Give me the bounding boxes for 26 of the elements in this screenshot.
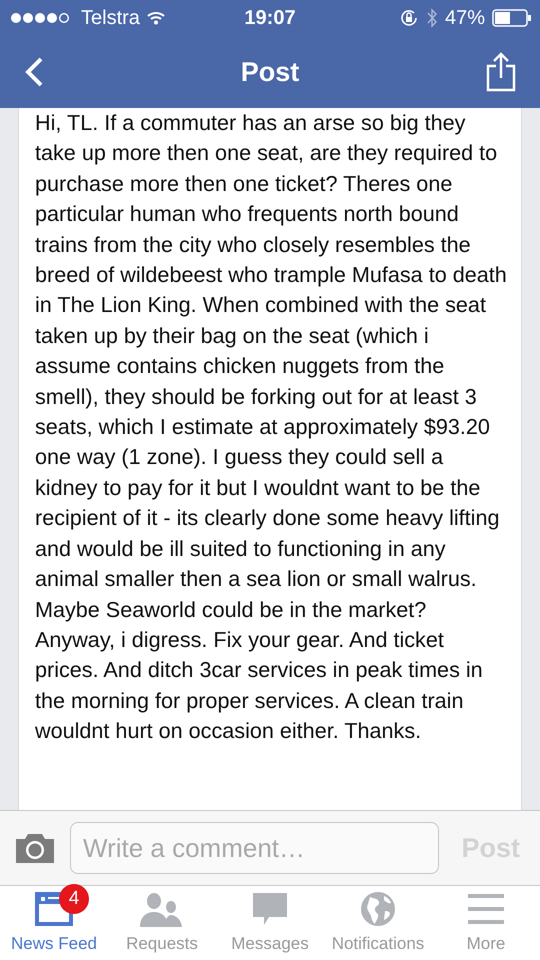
menu-icon: [468, 894, 504, 924]
post-text: Hi, TL. If a commuter has an arse so big they take up more then one seat, are they required to purchase more then one ticket? Theres one particular human who frequents north bound trains from the city who closely resembles the breed of wildebeest who trample Mufasa to death in The Lion King. When combined with the seat taken up by their bag on the seat (which i assume contains chicken nuggets from the smell), they should be forking out for at least 3 seats, which I estimate at approximately $93.20 one way (1 zone). I guess they could sell a kidney to pay for it but I wouldnt want to be the recipient of it - its clearly done some heavy lifting and would be ill suited to functioning in any animal smaller then a sea lion or small walrus. Maybe Seaworld could be in the market? Anyway, i digress. Fix your gear. And ticket prices. And ditch 3car services in peak times in the morning for proper services. A clean train wouldnt hurt on occasion either. Thanks.: [35, 109, 507, 746]
tab-bar-item[interactable]: Notifications: [324, 886, 432, 960]
share-icon: [486, 52, 516, 92]
tab-bar-item[interactable]: 4 News Feed: [0, 886, 108, 960]
back-icon: [24, 56, 44, 88]
carrier-name: Telstra: [81, 6, 140, 30]
wifi-icon: [146, 11, 165, 25]
tab-bar-item[interactable]: Messages: [216, 886, 324, 960]
notification-count: 4: [59, 884, 89, 914]
clock-time: 19:07: [244, 6, 296, 30]
camera-icon: [14, 833, 56, 863]
page-title: Post: [240, 56, 300, 88]
battery-icon: [492, 9, 532, 27]
globe-icon: [360, 891, 396, 927]
people-icon: [140, 891, 184, 927]
comment-field[interactable]: Write a comment…: [70, 822, 440, 874]
speech-bubble-icon: [252, 892, 288, 926]
back-button[interactable]: [24, 56, 44, 88]
tab-bar-item[interactable]: Requests: [108, 886, 216, 960]
rotation-lock-icon: [398, 8, 419, 28]
bluetooth-icon: [426, 8, 438, 28]
battery-percent: 47%: [444, 6, 485, 30]
share-button[interactable]: [486, 52, 516, 92]
tab-bar-item[interactable]: More: [432, 886, 540, 960]
camera-button[interactable]: [14, 833, 56, 863]
